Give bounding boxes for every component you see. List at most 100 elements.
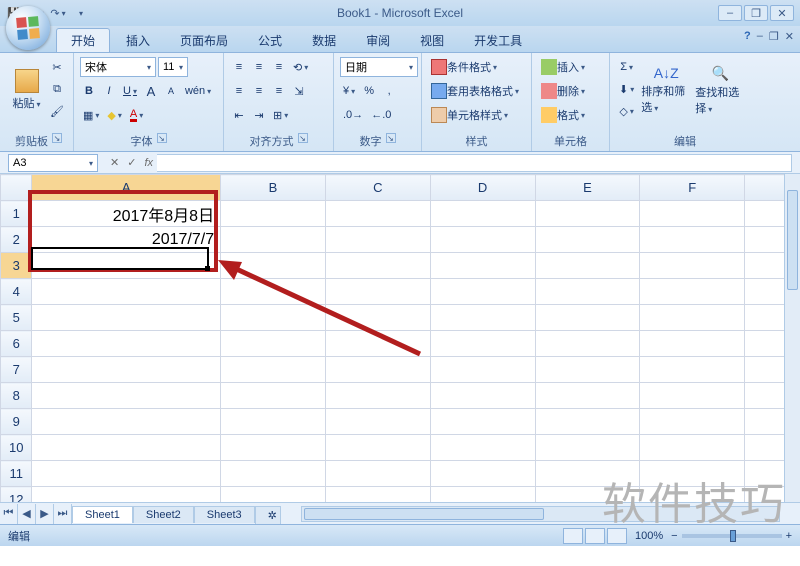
wrap-text-button[interactable]: ⇲ (290, 81, 308, 101)
cell[interactable] (640, 253, 745, 279)
cell[interactable] (640, 409, 745, 435)
tab-review[interactable]: 审阅 (352, 29, 404, 52)
cell[interactable] (32, 279, 221, 305)
italic-button[interactable]: I (100, 81, 118, 101)
enter-icon[interactable]: ✓ (127, 156, 136, 169)
cell[interactable] (221, 383, 326, 409)
bold-button[interactable]: B (80, 81, 98, 101)
cell[interactable] (32, 461, 221, 487)
cell[interactable] (325, 201, 430, 227)
sheet-nav-next[interactable]: ▶ (36, 504, 54, 524)
font-color-button[interactable]: A (127, 105, 146, 125)
col-header-e[interactable]: E (535, 175, 640, 201)
cell[interactable] (221, 461, 326, 487)
row-header-11[interactable]: 11 (1, 461, 32, 487)
align-left-button[interactable]: ≡ (230, 81, 248, 101)
decrease-indent-button[interactable]: ⇤ (230, 105, 248, 125)
cells-table[interactable]: A B C D E F 12017年8月8日 22017/7/7 3 4 5 6… (0, 174, 800, 502)
cell[interactable] (640, 487, 745, 503)
cell[interactable] (535, 461, 640, 487)
row-header-4[interactable]: 4 (1, 279, 32, 305)
cell-a2[interactable]: 2017/7/7 (32, 227, 221, 253)
zoom-slider[interactable]: − + (671, 530, 792, 542)
cell[interactable] (535, 253, 640, 279)
conditional-formatting-button[interactable]: 条件格式 (428, 57, 528, 77)
col-header-b[interactable]: B (221, 175, 326, 201)
decrease-decimal-button[interactable]: ←.0 (368, 105, 394, 125)
cell[interactable] (221, 331, 326, 357)
cell[interactable] (325, 227, 430, 253)
font-size-select[interactable]: 11 (158, 57, 188, 77)
cell[interactable] (325, 461, 430, 487)
font-name-select[interactable]: 宋体 (80, 57, 156, 77)
cell[interactable] (325, 253, 430, 279)
cell[interactable] (325, 487, 430, 503)
vertical-scrollbar[interactable] (784, 174, 800, 502)
cell-styles-button[interactable]: 单元格样式 (428, 105, 528, 125)
col-header-d[interactable]: D (430, 175, 535, 201)
cell[interactable] (32, 409, 221, 435)
cell[interactable] (640, 305, 745, 331)
cell-a3[interactable] (32, 253, 221, 279)
select-all-button[interactable] (1, 175, 32, 201)
tab-insert[interactable]: 插入 (112, 29, 164, 52)
cell[interactable] (535, 383, 640, 409)
dialog-launcher[interactable]: ↘ (52, 133, 62, 143)
zoom-level[interactable]: 100% (635, 530, 663, 542)
grow-font-button[interactable]: A (142, 81, 160, 101)
shrink-font-button[interactable]: A (162, 81, 180, 101)
copy-button[interactable]: ⧉ (47, 79, 67, 99)
zoom-in-button[interactable]: + (786, 530, 792, 542)
merge-button[interactable]: ⊞ (270, 105, 291, 125)
cell[interactable] (640, 279, 745, 305)
col-header-f[interactable]: F (640, 175, 745, 201)
cell[interactable] (430, 409, 535, 435)
cell[interactable] (640, 383, 745, 409)
sheet-tab-3[interactable]: Sheet3 (194, 506, 255, 523)
cell[interactable] (430, 227, 535, 253)
sheet-nav-prev[interactable]: ◀ (18, 504, 36, 524)
mdi-close-button[interactable]: ✕ (785, 30, 794, 43)
new-sheet-button[interactable]: ✲ (255, 506, 281, 524)
cell[interactable] (640, 331, 745, 357)
col-header-a[interactable]: A (32, 175, 221, 201)
cell[interactable] (325, 331, 430, 357)
fx-icon[interactable]: fx (144, 157, 153, 169)
cell[interactable] (535, 227, 640, 253)
cell[interactable] (221, 201, 326, 227)
increase-decimal-button[interactable]: .0→ (340, 105, 366, 125)
cell[interactable] (535, 409, 640, 435)
fill-button[interactable]: ⬇ (616, 79, 637, 99)
tab-view[interactable]: 视图 (406, 29, 458, 52)
col-header-c[interactable]: C (325, 175, 430, 201)
accounting-format-button[interactable]: ¥ (340, 81, 358, 101)
delete-cells-button[interactable]: 删除 (538, 81, 606, 101)
restore-button[interactable]: ❐ (744, 5, 768, 21)
cell[interactable] (221, 227, 326, 253)
cell[interactable] (640, 435, 745, 461)
view-layout-button[interactable] (585, 528, 605, 544)
border-button[interactable]: ▦ (80, 105, 102, 125)
cell[interactable] (430, 201, 535, 227)
percent-button[interactable]: % (360, 81, 378, 101)
cell[interactable] (32, 383, 221, 409)
cell[interactable] (430, 331, 535, 357)
row-header-8[interactable]: 8 (1, 383, 32, 409)
cell[interactable] (535, 201, 640, 227)
cell[interactable] (221, 305, 326, 331)
cell[interactable] (32, 357, 221, 383)
paste-button[interactable]: 粘贴 (10, 57, 43, 123)
view-normal-button[interactable] (563, 528, 583, 544)
mdi-minimize-button[interactable]: – (757, 30, 763, 43)
cell[interactable] (221, 409, 326, 435)
formula-input[interactable] (157, 154, 792, 172)
cell[interactable] (535, 331, 640, 357)
scrollbar-thumb[interactable] (304, 508, 544, 520)
row-header-9[interactable]: 9 (1, 409, 32, 435)
cell[interactable] (640, 357, 745, 383)
underline-button[interactable]: U (120, 81, 140, 101)
cell[interactable] (430, 357, 535, 383)
cell[interactable] (640, 461, 745, 487)
help-button[interactable]: ? (744, 30, 751, 43)
cell-a1[interactable]: 2017年8月8日 (32, 201, 221, 227)
